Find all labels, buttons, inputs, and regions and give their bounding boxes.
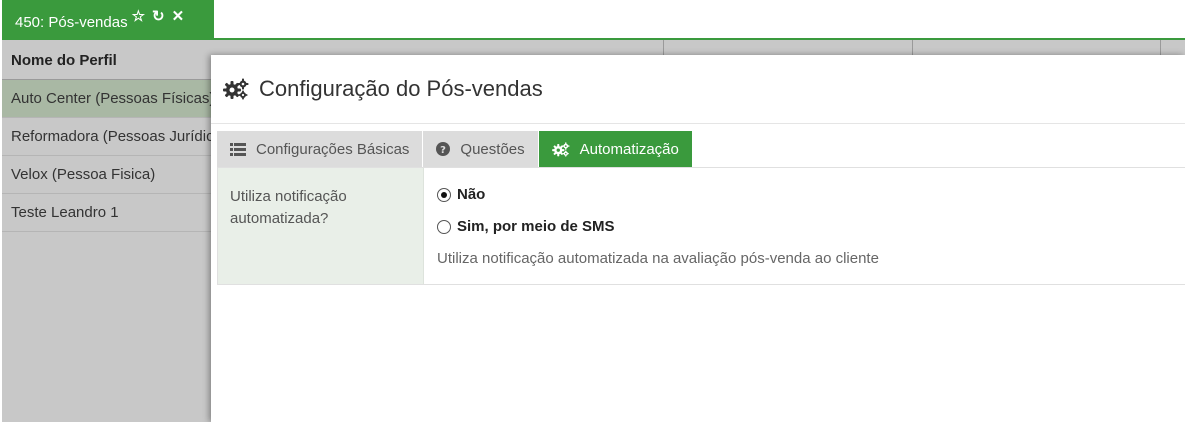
radio-option-nao[interactable]: Não: [437, 186, 485, 203]
form-row-notificacao: Utiliza notificação automatizada? Não Si…: [217, 168, 1185, 285]
tab-label: Automatização: [579, 140, 679, 158]
radio-label: Não: [457, 186, 486, 203]
table-row[interactable]: Teste Leandro 1: [2, 194, 212, 232]
field-label: Utiliza notificação automatizada?: [218, 168, 424, 284]
tab-label: Configurações Básicas: [256, 140, 410, 158]
table-row[interactable]: Velox (Pessoa Fisica): [2, 156, 212, 194]
field-help-text: Utiliza notificação automatizada na aval…: [437, 250, 879, 267]
window-tab-title: 450: Pós-vendas: [15, 14, 128, 31]
modal-title: Configuração do Pós-vendas: [259, 76, 543, 101]
star-icon[interactable]: ☆: [132, 9, 145, 24]
window-tab[interactable]: 450: Pós-vendas ☆ ↻ ✕: [2, 0, 214, 39]
question-circle-icon: ?: [436, 142, 451, 156]
radio-button-sms[interactable]: [437, 219, 451, 234]
radio-button-nao[interactable]: [437, 187, 451, 202]
tab-label: Questões: [460, 140, 525, 158]
modal-header: Configuração do Pós-vendas: [211, 55, 1185, 124]
settings-modal: Configuração do Pós-vendas Configurações…: [211, 55, 1185, 422]
tab-questoes[interactable]: ? Questões: [423, 131, 539, 167]
table-row[interactable]: Reformadora (Pessoas Jurídicas): [2, 118, 212, 156]
modal-tabs: Configurações Básicas ? Questões Automat…: [217, 131, 693, 167]
close-icon[interactable]: ✕: [172, 9, 185, 24]
tab-configuracoes-basicas[interactable]: Configurações Básicas: [217, 131, 424, 167]
refresh-icon[interactable]: ↻: [152, 9, 165, 24]
list-icon: [230, 142, 246, 156]
tab-automatizacao[interactable]: Automatização: [538, 131, 693, 167]
gears-icon: [223, 78, 249, 100]
svg-text:?: ?: [441, 145, 447, 156]
radio-label: Sim, por meio de SMS: [457, 218, 615, 235]
gears-icon: [551, 141, 570, 157]
table-row[interactable]: Auto Center (Pessoas Físicas): [2, 80, 212, 118]
column-header-profile-name[interactable]: Nome do Perfil: [11, 52, 117, 69]
radio-option-sms[interactable]: Sim, por meio de SMS: [437, 218, 615, 235]
